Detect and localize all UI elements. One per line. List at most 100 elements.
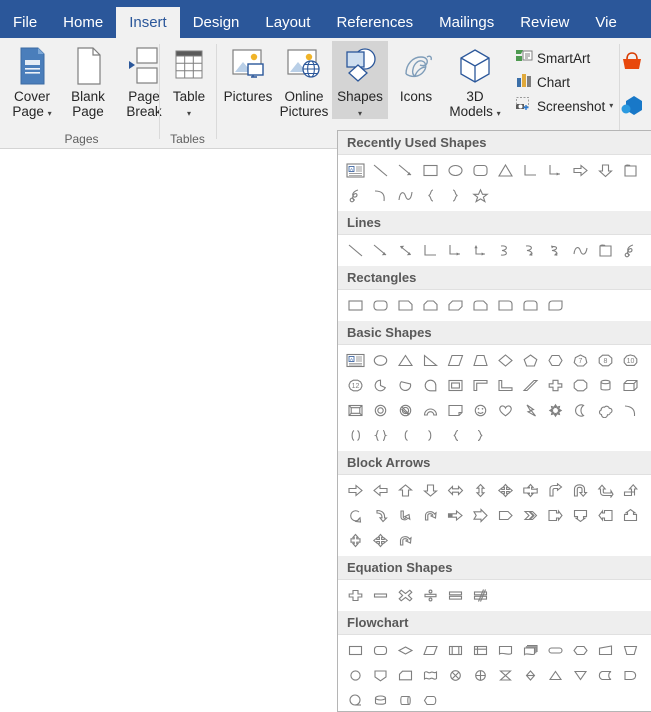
shape-flowchart-magnetic-disk[interactable]	[368, 688, 393, 711]
shape-rounded-rectangle[interactable]	[368, 293, 393, 318]
shape-up-arrow[interactable]	[393, 478, 418, 503]
shape-dodecagon[interactable]: 12	[343, 373, 368, 398]
shape-sun[interactable]	[543, 398, 568, 423]
shape-flowchart-stored-data[interactable]	[593, 663, 618, 688]
shape-flowchart-off-page-connector[interactable]	[368, 663, 393, 688]
shape-chevron[interactable]	[518, 503, 543, 528]
shape-arc[interactable]	[618, 398, 643, 423]
shape-oval[interactable]	[368, 348, 393, 373]
shape-diagonal-stripe[interactable]	[518, 373, 543, 398]
shape-bent-arrow[interactable]	[543, 478, 568, 503]
shape-curved-up-arrow[interactable]	[393, 503, 418, 528]
shape-no-symbol[interactable]	[393, 398, 418, 423]
3d-models-button[interactable]: 3D Models ▾	[444, 41, 506, 119]
shape-text-box[interactable]: A	[343, 158, 368, 183]
shape-pentagon[interactable]	[518, 348, 543, 373]
shape-flowchart-sort[interactable]	[518, 663, 543, 688]
cover-page-button[interactable]: Cover Page ▾	[4, 41, 60, 119]
shape-isosceles-triangle[interactable]	[393, 348, 418, 373]
shape-left-brace[interactable]	[418, 183, 443, 208]
shape-bevel[interactable]	[343, 398, 368, 423]
shape-snip-diagonal-corner-rectangle[interactable]	[443, 293, 468, 318]
shape-cross[interactable]	[543, 373, 568, 398]
blank-page-button[interactable]: Blank Page	[60, 41, 116, 119]
shape-l-shape[interactable]	[493, 373, 518, 398]
shape-flowchart-delay[interactable]	[618, 663, 643, 688]
tab-layout[interactable]: Layout	[252, 7, 323, 38]
shape-lightning-bolt[interactable]	[518, 398, 543, 423]
shape-snip-single-corner-rectangle[interactable]	[393, 293, 418, 318]
chart-button[interactable]: Chart	[512, 70, 616, 94]
tab-review[interactable]: Review	[507, 7, 582, 38]
shape-flowchart-terminator[interactable]	[543, 638, 568, 663]
my-add-ins-button[interactable]	[615, 86, 649, 128]
shape-flowchart-or[interactable]	[468, 663, 493, 688]
get-add-ins-button[interactable]	[615, 44, 649, 86]
screenshot-button[interactable]: Screenshot ▾	[512, 94, 616, 118]
shape-circular-arrow[interactable]	[343, 503, 368, 528]
shape-up-down-arrow[interactable]	[468, 478, 493, 503]
shape-left-up-arrow[interactable]	[593, 478, 618, 503]
shape-pie[interactable]	[368, 373, 393, 398]
shape-division-sign[interactable]	[418, 583, 443, 608]
tab-mailings[interactable]: Mailings	[426, 7, 507, 38]
shape-curve[interactable]	[568, 238, 593, 263]
shape-flowchart-manual-input[interactable]	[618, 158, 643, 183]
shape-cube[interactable]	[618, 373, 643, 398]
shape-flowchart-manual-operation[interactable]	[618, 638, 643, 663]
shape-rectangle[interactable]	[418, 158, 443, 183]
shape-elbow-double-arrow-connector[interactable]	[468, 238, 493, 263]
shape-left-arrow-callout[interactable]	[593, 503, 618, 528]
shape-octagon[interactable]: 8	[593, 348, 618, 373]
shape-decagon[interactable]: 10	[618, 348, 643, 373]
shape-flowchart-merge[interactable]	[568, 663, 593, 688]
shape-bent-up-arrow[interactable]	[618, 478, 643, 503]
shape-left-brace[interactable]	[443, 423, 468, 448]
shape-not-equal-sign[interactable]	[468, 583, 493, 608]
shape-curved-down-arrow[interactable]	[418, 503, 443, 528]
shape-up-arrow-callout[interactable]	[618, 503, 643, 528]
shape-four-way-arrow[interactable]	[493, 478, 518, 503]
shape-left-right-arrow[interactable]	[443, 478, 468, 503]
shape-plus-sign[interactable]	[343, 583, 368, 608]
shape-flowchart-alternate-process[interactable]	[368, 638, 393, 663]
shape-flowchart-manual-input[interactable]	[593, 638, 618, 663]
shape-pentagon-arrow[interactable]	[493, 503, 518, 528]
shape-flowchart-data[interactable]	[418, 638, 443, 663]
shape-arc[interactable]	[368, 183, 393, 208]
tab-insert[interactable]: Insert	[116, 7, 180, 38]
shape-flowchart-document[interactable]	[493, 638, 518, 663]
shape-parallelogram[interactable]	[443, 348, 468, 373]
shape-text-box[interactable]: A	[343, 348, 368, 373]
shape-striped-right-arrow[interactable]	[443, 503, 468, 528]
shape-cylinder[interactable]	[593, 373, 618, 398]
shape-flowchart-punched-tape[interactable]	[418, 663, 443, 688]
shape-flowchart-sequential-access-storage[interactable]	[343, 688, 368, 711]
shape-regular-octagon[interactable]	[568, 373, 593, 398]
shape-equal-sign[interactable]	[443, 583, 468, 608]
shape-flowchart-internal-storage[interactable]	[468, 638, 493, 663]
shape-curved-right-arrow[interactable]	[368, 503, 393, 528]
shape-line-double-arrow[interactable]	[393, 238, 418, 263]
shape-rectangle[interactable]	[343, 293, 368, 318]
shape-cloud[interactable]	[593, 398, 618, 423]
shape-line-arrow[interactable]	[393, 158, 418, 183]
shape-snip-same-side-corner-rectangle[interactable]	[418, 293, 443, 318]
shape-curved-double-arrow-connector[interactable]	[543, 238, 568, 263]
shape-isosceles-triangle[interactable]	[493, 158, 518, 183]
shape-line[interactable]	[343, 238, 368, 263]
shape-curved-connector[interactable]	[493, 238, 518, 263]
shape-hexagon[interactable]	[543, 348, 568, 373]
shape-smiley-face[interactable]	[468, 398, 493, 423]
shape-cross-arrow[interactable]	[343, 528, 368, 553]
shape-round-same-side-corner-rectangle[interactable]	[518, 293, 543, 318]
tab-references[interactable]: References	[323, 7, 426, 38]
shape-flowchart-card[interactable]	[393, 663, 418, 688]
shape-chord[interactable]	[393, 373, 418, 398]
shape-flowchart-multidocument[interactable]	[518, 638, 543, 663]
shape-folded-corner[interactable]	[443, 398, 468, 423]
shape-round-single-corner-rectangle[interactable]	[493, 293, 518, 318]
shape-down-arrow[interactable]	[418, 478, 443, 503]
shape-flowchart-extract[interactable]	[543, 663, 568, 688]
shapes-button[interactable]: Shapes ▾	[332, 41, 388, 119]
